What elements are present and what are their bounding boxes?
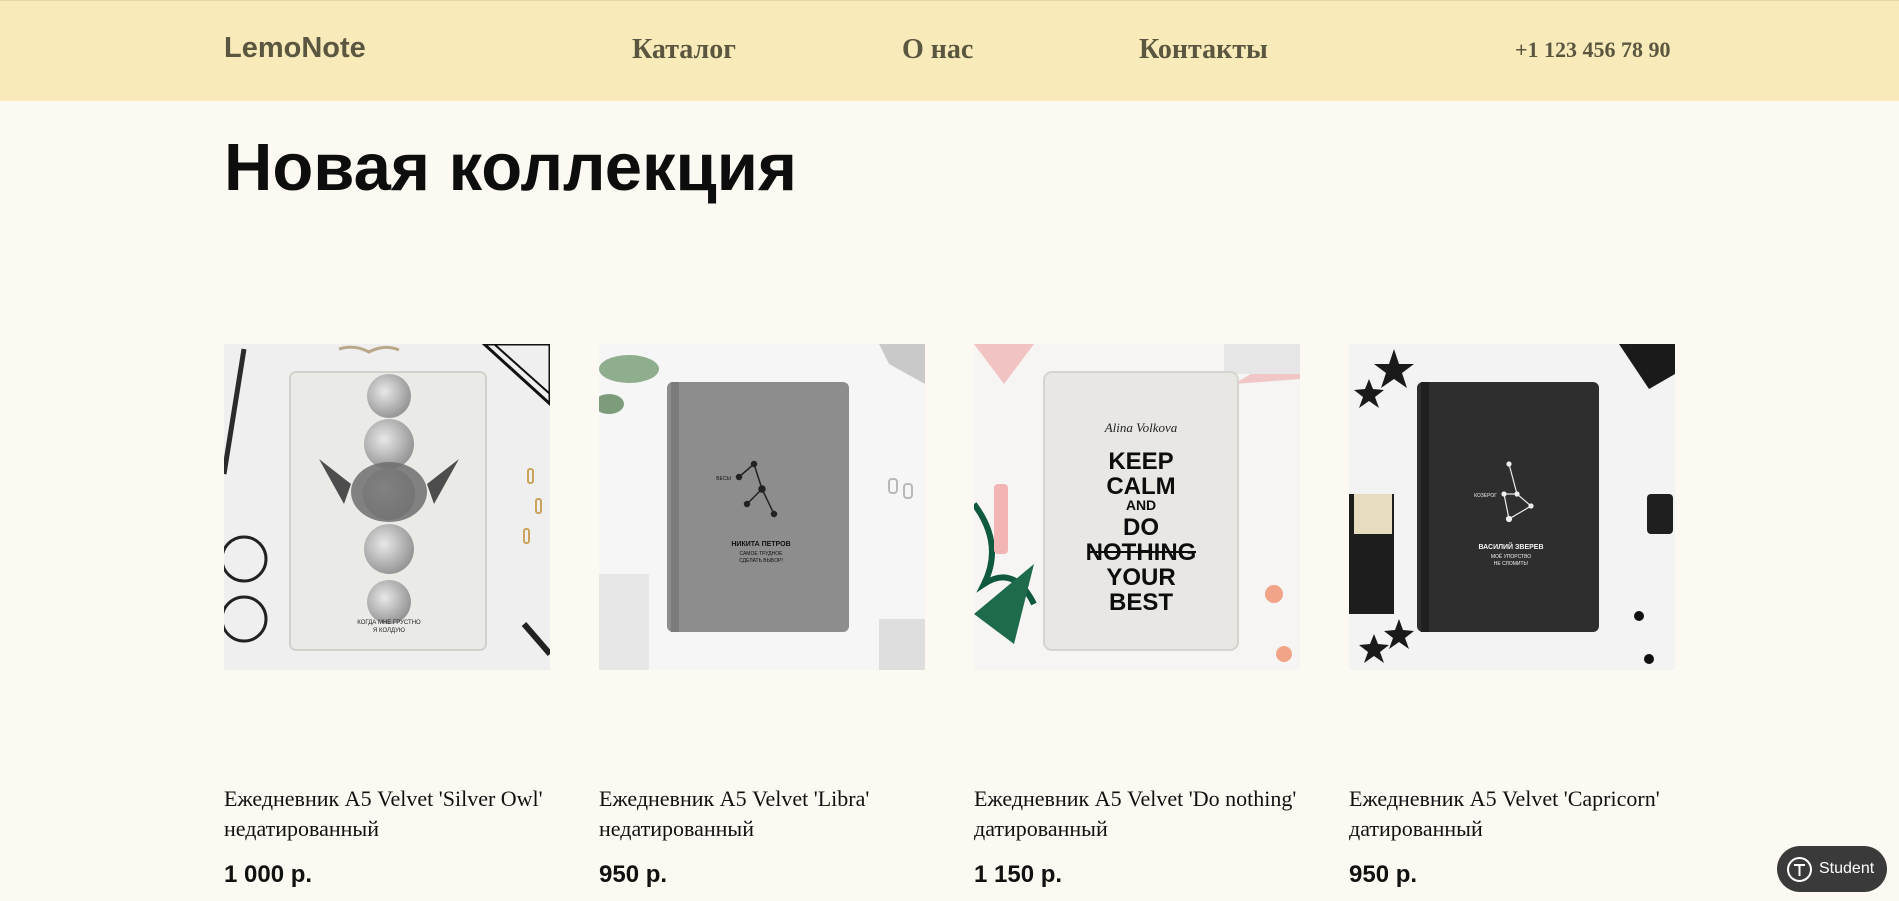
svg-text:YOUR: YOUR xyxy=(1106,564,1175,591)
svg-text:AND: AND xyxy=(1126,497,1156,513)
svg-text:ВЕСЫ: ВЕСЫ xyxy=(716,476,731,482)
product-name[interactable]: Ежедневник А5 Velvet 'Libra' недатирован… xyxy=(599,784,925,844)
nav-link-about[interactable]: О нас xyxy=(902,34,973,66)
page-title: Новая коллекция xyxy=(224,130,798,205)
tutor-logo-icon xyxy=(1787,857,1812,882)
phone-number: +1 123 456 78 90 xyxy=(1515,37,1671,62)
svg-text:DO: DO xyxy=(1123,514,1159,541)
svg-text:НИКИТА ПЕТРОВ: НИКИТА ПЕТРОВ xyxy=(731,541,790,548)
product-image-silver-owl[interactable]: КОГДА МНЕ ГРУСТНО Я КОЛДУЮ xyxy=(224,344,550,670)
product-image-do-nothing[interactable]: Alina Volkova KEEP CALM AND DO NOTHING Y… xyxy=(974,344,1300,670)
product-name[interactable]: Ежедневник А5 Velvet 'Do nothing' датиро… xyxy=(974,784,1300,844)
logo[interactable]: LemoNote xyxy=(224,32,366,65)
product-card[interactable]: Alina Volkova KEEP CALM AND DO NOTHING Y… xyxy=(974,344,1300,888)
nav-link-contacts[interactable]: Контакты xyxy=(1139,34,1268,66)
product-image-libra[interactable]: ВЕСЫ НИКИТА ПЕТРОВ САМОЕ ТРУДНОЕ СДЕЛАТЬ… xyxy=(599,344,925,670)
product-name[interactable]: Ежедневник А5 Velvet 'Capricorn' датиров… xyxy=(1349,784,1675,844)
svg-text:KEEP: KEEP xyxy=(1108,448,1173,475)
svg-text:Я КОЛДУЮ: Я КОЛДУЮ xyxy=(373,628,405,634)
product-price: 950 р. xyxy=(599,861,668,888)
svg-text:СДЕЛАТЬ ВЫБОР!: СДЕЛАТЬ ВЫБОР! xyxy=(739,558,783,564)
svg-text:КОЗЕРОГ: КОЗЕРОГ xyxy=(1474,493,1497,499)
student-label: Student xyxy=(1819,860,1875,877)
product-name[interactable]: Ежедневник А5 Velvet 'Silver Owl' недати… xyxy=(224,784,550,844)
svg-text:Alina Volkova: Alina Volkova xyxy=(1104,420,1178,435)
svg-text:САМОЕ ТРУДНОЕ: САМОЕ ТРУДНОЕ xyxy=(739,551,783,557)
svg-text:ВАСИЛИЙ ЗВЕРЕВ: ВАСИЛИЙ ЗВЕРЕВ xyxy=(1478,542,1543,551)
svg-text:МОЁ УПОРСТВО: МОЁ УПОРСТВО xyxy=(1491,553,1531,560)
svg-text:BEST: BEST xyxy=(1109,589,1173,616)
svg-text:CALM: CALM xyxy=(1106,473,1175,500)
product-card[interactable]: ВЕСЫ НИКИТА ПЕТРОВ САМОЕ ТРУДНОЕ СДЕЛАТЬ… xyxy=(599,344,925,888)
svg-text:КОГДА МНЕ ГРУСТНО: КОГДА МНЕ ГРУСТНО xyxy=(357,620,421,626)
site-header: LemoNote Каталог О нас Контакты +1 123 4… xyxy=(0,0,1899,101)
svg-text:НЕ СЛОМИТЬ!: НЕ СЛОМИТЬ! xyxy=(1494,561,1528,567)
product-card[interactable]: КОГДА МНЕ ГРУСТНО Я КОЛДУЮ Ежедневник А5… xyxy=(224,344,550,888)
product-image-capricorn[interactable]: КОЗЕРОГ ВАСИЛИЙ ЗВЕРЕВ МОЁ УПОРСТВО НЕ С… xyxy=(1349,344,1675,670)
product-price: 1 150 р. xyxy=(974,861,1063,888)
student-badge[interactable]: Student xyxy=(1777,846,1887,892)
product-price: 950 р. xyxy=(1349,861,1418,888)
product-price: 1 000 р. xyxy=(224,861,313,888)
product-card[interactable]: КОЗЕРОГ ВАСИЛИЙ ЗВЕРЕВ МОЁ УПОРСТВО НЕ С… xyxy=(1349,344,1675,888)
nav-link-catalog[interactable]: Каталог xyxy=(632,34,736,66)
